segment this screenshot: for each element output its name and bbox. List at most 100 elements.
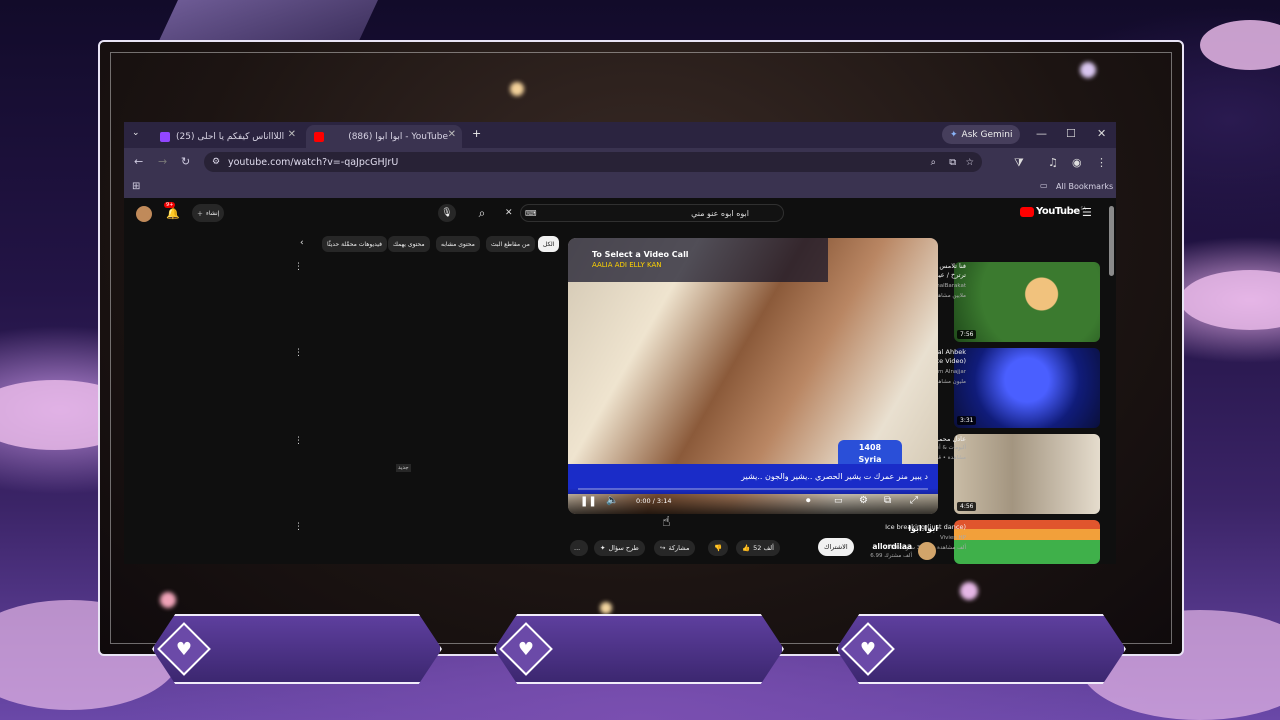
- chip-related[interactable]: محتوى مشابه: [436, 236, 480, 252]
- volume-icon[interactable]: 🔈: [606, 495, 618, 506]
- zoom-icon[interactable]: ⌕: [931, 157, 936, 168]
- tab-label: (25) مساء اللاااناس كيفكم يا احلى: [176, 131, 286, 142]
- video-overlay-banner: To Select a Video Call AALIA ADI ELLY KA…: [568, 238, 828, 282]
- player-controls: ❚❚ 🔈 0:00 / 3:14 ⏺ ▭ ⚙ ⧉ ⤢: [568, 488, 938, 514]
- search-input[interactable]: ✕ ⌨ ابوه ابوه عنو مني: [505, 204, 784, 222]
- dislike-button[interactable]: 👎: [708, 540, 729, 556]
- channel-name[interactable]: allordilaa: [848, 542, 912, 551]
- overlay-text: To Select a Video Call: [592, 250, 689, 259]
- search-query: ابوه ابوه عنو مني: [691, 208, 749, 218]
- chip-all[interactable]: الكل: [538, 236, 560, 252]
- avatar[interactable]: [136, 206, 152, 222]
- media-icon[interactable]: ♫: [1048, 156, 1058, 169]
- settings-icon[interactable]: ⚙: [859, 495, 868, 506]
- create-button[interactable]: ＋ إنشاء: [192, 204, 225, 222]
- close-icon[interactable]: ✕: [448, 129, 456, 140]
- gemini-icon: ✦: [950, 129, 958, 140]
- keyboard-icon[interactable]: ⌨: [525, 209, 537, 218]
- more-options-icon[interactable]: ⋮: [294, 262, 303, 272]
- more-options-icon[interactable]: ⋮: [294, 522, 303, 532]
- apps-icon[interactable]: ⊞: [132, 181, 140, 192]
- hamburger-menu-icon[interactable]: ☰: [1082, 206, 1092, 219]
- scrollbar[interactable]: [1109, 206, 1114, 276]
- minimize-button[interactable]: —: [1036, 127, 1047, 140]
- address-bar[interactable]: ⚙ youtube.com/watch?v=-qaJpcGHJrU ⌕ ⧉ ☆: [204, 152, 982, 172]
- video-duration: 3:31: [957, 416, 977, 425]
- thumbs-up-icon: 👍: [742, 544, 751, 552]
- site-info-icon[interactable]: ⚙: [212, 157, 220, 167]
- sparkle-icon: ✦: [600, 544, 606, 552]
- close-icon[interactable]: ✕: [288, 129, 296, 140]
- more-actions-button[interactable]: ...: [570, 540, 588, 556]
- channel-avatar[interactable]: [918, 542, 936, 560]
- back-icon[interactable]: ←: [134, 155, 143, 168]
- all-bookmarks[interactable]: All Bookmarks: [1056, 182, 1113, 191]
- chip-recent[interactable]: فيديوهات محمَّلة حديثًا: [322, 236, 387, 252]
- url-text: youtube.com/watch?v=-qaJpcGHJrU: [228, 156, 399, 168]
- video-duration: 7:56: [957, 330, 977, 339]
- overlay-text-2: AALIA ADI ELLY KAN: [592, 261, 662, 269]
- chip-scroll-left-icon[interactable]: ‹: [300, 238, 304, 248]
- subtitles-icon[interactable]: ▭: [834, 496, 843, 506]
- tab-active[interactable]: (886) ابوا ابوا - YouTube ✕: [306, 125, 462, 148]
- video-thumbnail[interactable]: 7:56: [954, 262, 1100, 342]
- badge-number: 1408: [858, 443, 882, 452]
- browser-window: ⌄ (25) مساء اللاااناس كيفكم يا احلى ✕ (8…: [124, 122, 1116, 564]
- profile-icon[interactable]: ◉: [1072, 156, 1082, 169]
- fullscreen-icon[interactable]: ⤢: [910, 495, 918, 506]
- install-icon[interactable]: ⧉: [949, 157, 956, 168]
- channel-subs: 6.99 ألف مشترك: [870, 553, 912, 559]
- share-icon: ↪: [660, 544, 666, 552]
- tab-inactive[interactable]: (25) مساء اللاااناس كيفكم يا احلى ✕: [152, 125, 302, 148]
- share-button[interactable]: ↪ مشاركة: [654, 540, 696, 556]
- more-options-icon[interactable]: ⋮: [294, 436, 303, 446]
- notification-count: 9+: [164, 202, 176, 208]
- ticker-text: د يبير منر عمرك ت يشير الحصري ..يشير وال…: [741, 472, 928, 481]
- reload-icon[interactable]: ↻: [181, 155, 190, 168]
- bookmarks-bar: ⊞ ▭ All Bookmarks: [124, 176, 1116, 198]
- menu-icon[interactable]: ⋮: [1096, 156, 1107, 169]
- youtube-logo-text: YouTube: [1036, 206, 1080, 217]
- browser-toolbar: ← → ↻ ⚙ youtube.com/watch?v=-qaJpcGHJrU …: [124, 148, 1116, 176]
- ask-gemini-button[interactable]: ✦ Ask Gemini: [942, 125, 1021, 144]
- video-player[interactable]: To Select a Video Call AALIA ADI ELLY KA…: [568, 238, 938, 514]
- clear-search-icon[interactable]: ✕: [505, 208, 513, 218]
- bookmark-star-icon[interactable]: ☆: [965, 157, 974, 168]
- tab-label: (886) ابوا ابوا - YouTube: [348, 131, 448, 142]
- plus-icon: ＋: [197, 210, 204, 218]
- ask-label: طرح سؤال: [608, 544, 639, 552]
- more-options-icon[interactable]: ⋮: [294, 348, 303, 358]
- miniplayer-icon[interactable]: ⧉: [884, 495, 891, 506]
- youtube-logo[interactable]: YouTube SA: [1020, 206, 1086, 217]
- tab-bar: ⌄ (25) مساء اللاااناس كيفكم يا احلى ✕ (8…: [124, 122, 1116, 148]
- subscribe-button[interactable]: الاشتراك: [818, 538, 854, 556]
- new-badge: جديد: [396, 464, 411, 472]
- close-window-button[interactable]: ✕: [1097, 127, 1106, 140]
- chip-from-stream[interactable]: من مقاطع البث: [486, 236, 535, 252]
- like-count: 52 ألف: [753, 544, 774, 552]
- ask-gemini-label: Ask Gemini: [961, 129, 1013, 140]
- chip-for-you[interactable]: محتوى يهمك: [388, 236, 430, 252]
- tab-search-icon[interactable]: ⌄: [132, 128, 140, 138]
- mic-icon[interactable]: 🎙: [438, 204, 456, 222]
- video-thumbnail[interactable]: [954, 520, 1100, 564]
- video-duration: 4:56: [957, 502, 977, 511]
- maximize-button[interactable]: ☐: [1066, 127, 1076, 140]
- twitch-icon: [160, 131, 170, 142]
- search-button[interactable]: ⌕: [470, 204, 494, 222]
- forward-icon[interactable]: →: [158, 155, 167, 168]
- like-button[interactable]: 👍 52 ألف: [736, 540, 780, 556]
- extensions-icon[interactable]: ⧩: [1014, 156, 1024, 170]
- new-tab-button[interactable]: +: [472, 127, 481, 140]
- youtube-logo-icon: [1020, 206, 1034, 217]
- notifications-icon[interactable]: 🔔: [166, 207, 180, 220]
- create-label: إنشاء: [206, 209, 220, 217]
- pause-icon[interactable]: ❚❚: [580, 496, 597, 507]
- ask-button[interactable]: ✦ طرح سؤال: [594, 540, 645, 556]
- time-display: 0:00 / 3:14: [636, 497, 672, 505]
- video-thumbnail[interactable]: 4:56: [954, 434, 1100, 514]
- rec-channel[interactable]: Vivien HP: [846, 534, 966, 542]
- video-thumbnail[interactable]: 3:31: [954, 348, 1100, 428]
- autoplay-icon[interactable]: ⏺: [806, 496, 811, 506]
- share-label: مشاركة: [668, 544, 690, 552]
